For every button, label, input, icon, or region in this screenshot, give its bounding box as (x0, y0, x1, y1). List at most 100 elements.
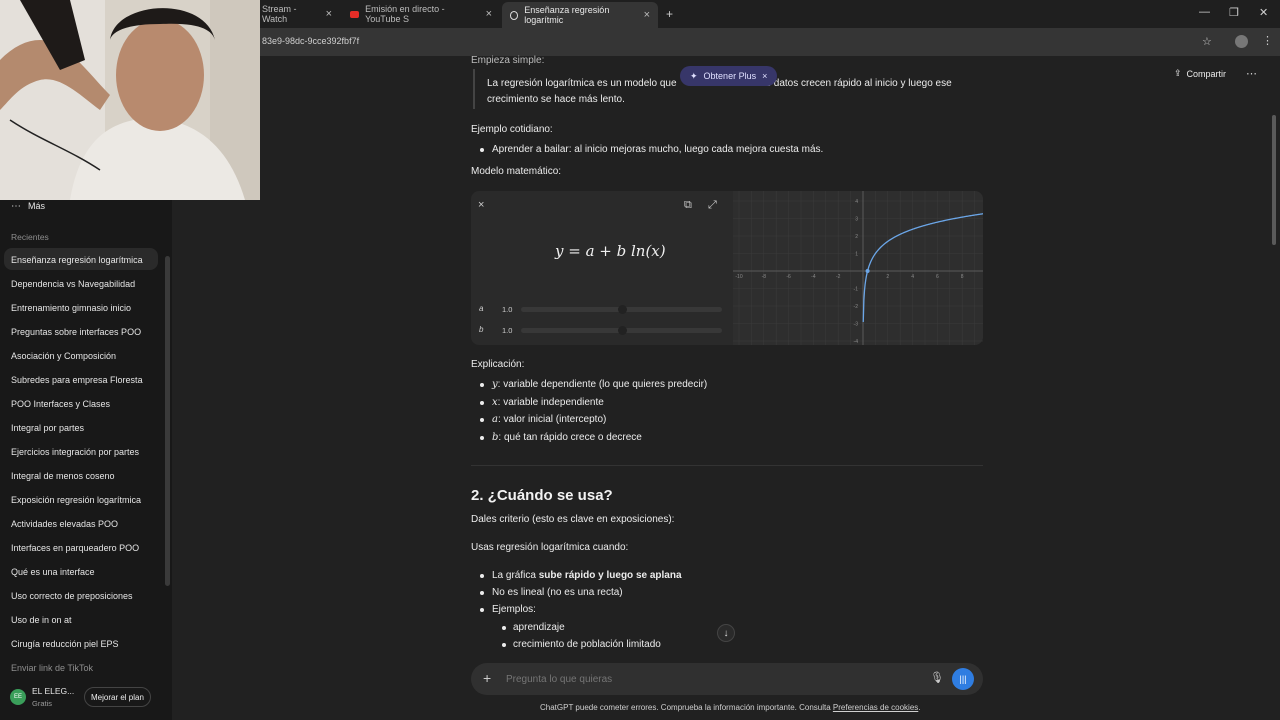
criteria-text: Dales criterio (esto es clave en exposic… (471, 514, 675, 525)
explanation-item: y: variable dependiente (lo que quieres … (492, 379, 707, 390)
copy-icon[interactable]: ⧉ (684, 199, 692, 212)
sidebar-chat-item[interactable]: Uso de in on at (11, 615, 72, 625)
new-tab-button[interactable]: + (666, 7, 673, 21)
y-tick-label: -2 (854, 304, 859, 310)
close-icon[interactable]: × (478, 199, 484, 211)
recents-header: Recientes (11, 232, 49, 242)
main-scrollbar[interactable] (1272, 115, 1276, 245)
explanation-text: : variable dependiente (lo que quieres p… (497, 379, 708, 390)
x-tick-label: -10 (735, 274, 742, 280)
bullet (480, 591, 484, 595)
message-composer[interactable]: + 🎙 ||| (471, 663, 983, 695)
example-item: Aprender a bailar: al inicio mejoras muc… (492, 144, 824, 155)
sidebar-chat-item[interactable]: Actividades elevadas POO (11, 519, 118, 529)
quote-text-part1: La regresión logarítmica es un modelo qu… (487, 78, 677, 89)
expand-icon[interactable]: ⤢ (708, 199, 717, 212)
more-icon[interactable]: ⋯ (11, 201, 21, 212)
usage-item-1: La gráfica sube rápido y luego se aplana (492, 570, 682, 581)
tab-chatgpt-active[interactable]: Enseñanza regresión logarítmic × (502, 2, 658, 28)
close-icon[interactable]: × (644, 9, 650, 21)
sub-item-1: aprendizaje (513, 622, 565, 633)
close-icon[interactable]: × (326, 8, 332, 20)
x-tick-label: -4 (811, 274, 816, 280)
add-attachment-icon[interactable]: + (483, 670, 491, 686)
bullet (480, 608, 484, 612)
sidebar-chat-item[interactable]: Asociación y Composición (11, 351, 116, 361)
y-tick-label: 4 (855, 199, 858, 205)
sidebar-more[interactable]: Más (28, 201, 45, 211)
chat-main (172, 56, 1280, 720)
bookmark-star-icon[interactable]: ☆ (1202, 35, 1212, 48)
cookie-preferences-link[interactable]: Preferencias de cookies (833, 703, 918, 712)
upgrade-plan-button[interactable]: Mejorar el plan (84, 687, 151, 707)
youtube-icon (350, 10, 360, 18)
tab-youtube[interactable]: Emisión en directo - YouTube S × (342, 4, 500, 24)
partial-heading: Empieza simple: (471, 55, 545, 66)
sidebar-chat-item[interactable]: POO Interfaces y Clases (11, 399, 110, 409)
x-tick-label: -6 (786, 274, 791, 280)
x-tick-label: 6 (936, 274, 939, 280)
sidebar-chat-item[interactable]: Enviar link de TikTok (11, 663, 93, 673)
user-avatar[interactable]: EE (10, 689, 26, 705)
graph-plot[interactable]: -10-8-6-4-22468104321-1-2-3-4 (733, 191, 991, 345)
prompt-input[interactable] (506, 671, 906, 687)
sidebar-chat-item[interactable]: Interfaces en parqueadero POO (11, 543, 139, 553)
y-tick-label: 2 (855, 234, 858, 240)
tab-label: Stream - Watch (262, 4, 297, 24)
explanation-label: Explicación: (471, 359, 525, 370)
bullet (480, 383, 484, 387)
tab-stream[interactable]: Stream - Watch × (254, 4, 340, 24)
sidebar-chat-item[interactable]: Dependencia vs Navegabilidad (11, 279, 135, 289)
x-tick-label: -2 (836, 274, 841, 280)
profile-avatar-icon[interactable] (1235, 35, 1248, 48)
sidebar-chat-item[interactable]: Uso correcto de preposiciones (11, 591, 133, 601)
section-divider (471, 465, 983, 466)
bullet (480, 574, 484, 578)
sidebar-chat-item[interactable]: Integral de menos coseno (11, 471, 115, 481)
sidebar-chat-item[interactable]: Qué es una interface (11, 567, 95, 577)
close-window-icon[interactable]: ✕ (1259, 6, 1268, 19)
slider-a-name: a (479, 304, 484, 313)
explanation-item: x: variable independiente (492, 397, 604, 408)
user-name[interactable]: EL ELEG... (32, 686, 74, 696)
sidebar-chat-item[interactable]: Enseñanza regresión logarítmica (11, 255, 143, 265)
sub-bullet (502, 626, 506, 630)
bullet (480, 400, 484, 405)
close-icon[interactable]: × (486, 8, 492, 20)
sidebar-chat-item[interactable]: Cirugía reducción piel EPS (11, 639, 119, 649)
footer-end: . (918, 703, 921, 712)
sub-item-2: crecimiento de población limitado (513, 639, 661, 650)
usage-item-2: No es lineal (no es una recta) (492, 587, 623, 598)
slider-b-handle[interactable] (617, 326, 627, 335)
sidebar-chat-item[interactable]: Preguntas sobre interfaces POO (11, 327, 141, 337)
bullet (480, 418, 484, 422)
quote-text-line2: crecimiento se hace más lento. (487, 94, 625, 105)
minimize-icon[interactable]: — (1199, 6, 1210, 18)
section-title: 2. ¿Cuándo se usa? (471, 487, 613, 504)
sidebar-chat-item[interactable]: Subredes para empresa Floresta (11, 375, 143, 385)
sidebar-scrollbar[interactable] (165, 256, 170, 586)
browser-menu-icon[interactable]: ⋮ (1262, 34, 1273, 47)
share-button[interactable]: ⇪ Compartir (1174, 68, 1226, 79)
get-plus-button[interactable]: ✦ Obtener Plus × (680, 66, 778, 86)
tab-label: Emisión en directo - YouTube S (365, 4, 445, 24)
sidebar-chat-item[interactable]: Exposición regresión logarítmica (11, 495, 141, 505)
maximize-icon[interactable]: ❐ (1229, 6, 1239, 19)
chatgpt-icon (510, 10, 519, 20)
url-text[interactable]: 83e9-98dc-9cce392fbf7f (262, 36, 359, 46)
microphone-icon[interactable]: 🎙 (930, 671, 944, 684)
voice-mode-button[interactable]: ||| (952, 668, 974, 690)
sidebar-chat-item[interactable]: Ejercicios integración por partes (11, 447, 139, 457)
scroll-down-button[interactable]: ↓ (717, 624, 735, 642)
y-tick-label: 3 (855, 217, 858, 223)
conversation-menu-icon[interactable]: ⋯ (1246, 67, 1257, 80)
sidebar-chat-item[interactable]: Entrenamiento gimnasio inicio (11, 303, 131, 313)
sidebar-chat-item[interactable]: Integral por partes (11, 423, 84, 433)
x-tick-label: -8 (762, 274, 767, 280)
sub-bullet (502, 643, 506, 647)
slider-a-handle[interactable] (617, 305, 627, 314)
share-icon: ⇪ (1174, 68, 1182, 78)
bullet (480, 435, 484, 440)
close-icon[interactable]: × (762, 71, 767, 81)
slider-b-value: 1.0 (502, 326, 513, 335)
